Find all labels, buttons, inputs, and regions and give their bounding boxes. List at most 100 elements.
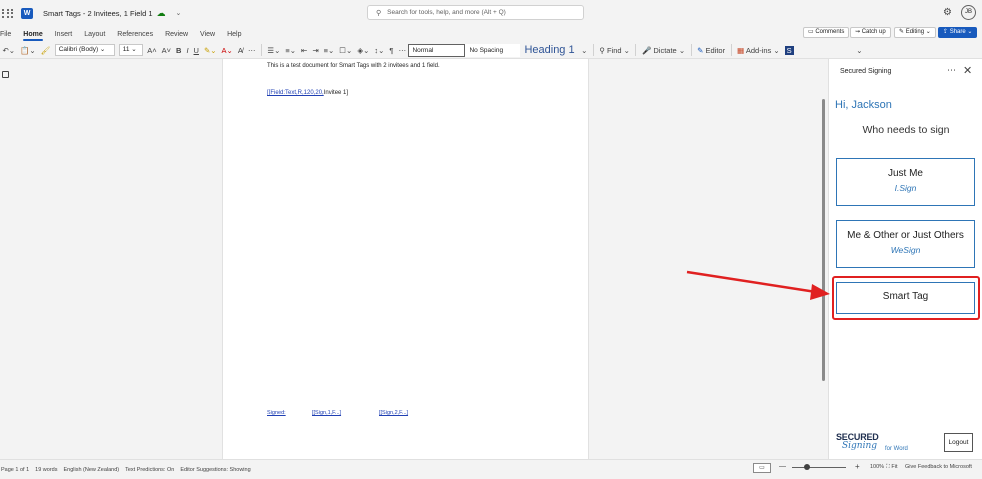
font-family-value: Calibri (Body) — [58, 46, 99, 53]
tab-insert[interactable]: Insert — [55, 31, 73, 38]
font-family-select[interactable]: Calibri (Body) ⌄ — [54, 44, 115, 56]
more-options-icon[interactable]: ⋯ — [947, 65, 956, 76]
language[interactable]: English (New Zealand) — [63, 467, 119, 473]
secured-signing-brand-mark: SECURED Signing — [836, 432, 880, 453]
navigation-pane-icon[interactable] — [2, 71, 9, 78]
panel-title: Secured Signing — [840, 68, 892, 75]
document-canvas: This is a test document for Smart Tags w… — [0, 59, 828, 459]
search-input[interactable]: ⚲ Search for tools, help, and more (Alt … — [367, 5, 584, 20]
field-invitee: Invitee 1] — [323, 90, 349, 96]
wesign-logo: WeSign — [890, 245, 921, 255]
document-text: This is a test document for Smart Tags w… — [267, 63, 440, 69]
bold-icon[interactable]: B — [176, 46, 181, 55]
tab-file[interactable]: File — [0, 31, 11, 38]
style-normal[interactable]: Normal — [408, 43, 466, 57]
share-button[interactable]: ⇪ Share ⌄ — [938, 27, 978, 38]
decrease-indent-icon[interactable]: ⇤ — [301, 46, 307, 55]
feedback-link[interactable]: Give Feedback to Microsoft — [905, 464, 972, 470]
more-paragraph-icon[interactable]: ⋯ — [398, 46, 406, 55]
document-title[interactable]: Smart Tags - 2 Invitees, 1 Field 1 — [43, 9, 153, 18]
clear-formatting-icon[interactable]: A̸ — [238, 46, 243, 55]
line-spacing-icon[interactable]: ↕⌄ — [374, 46, 384, 55]
highlight-icon[interactable]: ✎⌄ — [204, 46, 217, 55]
undo-icon[interactable]: ↶⌄ — [3, 46, 16, 55]
word-logo-icon: W — [21, 7, 33, 19]
zoom-out-icon[interactable]: — — [779, 463, 786, 470]
italic-icon[interactable]: I — [186, 46, 188, 55]
status-bar: Page 1 of 1 19 words English (New Zealan… — [0, 459, 982, 479]
catchup-button[interactable]: ⇝ Catch up — [850, 27, 891, 38]
smart-tag-field: [[Field:Text,R,120,20,Invitee 1] — [267, 90, 348, 96]
scrollbar[interactable] — [822, 99, 825, 381]
secured-signing-logo: SECURED Signing for Word — [836, 432, 908, 453]
tab-help[interactable]: Help — [227, 31, 241, 38]
zoom-in-icon[interactable]: + — [855, 462, 860, 471]
catchup-label: Catch up — [861, 29, 886, 35]
comments-label: Comments — [815, 29, 845, 35]
tab-review[interactable]: Review — [165, 31, 188, 38]
format-painter-icon[interactable]: 🖌 — [41, 46, 51, 55]
zoom-slider[interactable] — [792, 467, 846, 468]
brand-bottom: Signing — [842, 441, 878, 451]
close-icon[interactable]: ✕ — [963, 64, 972, 77]
tab-home[interactable]: Home — [23, 31, 44, 41]
fit-label: Fit — [891, 464, 898, 470]
ribbon-expand-icon[interactable]: ⌄ — [856, 46, 862, 55]
just-me-button[interactable]: Just Me I.Sign — [836, 158, 975, 206]
field-code: [[Field:Text,R,120,20, — [267, 90, 324, 96]
who-needs-to-sign-heading: Who needs to sign — [862, 124, 950, 136]
increase-indent-icon[interactable]: ⇥ — [312, 46, 318, 55]
me-and-others-button[interactable]: Me & Other or Just Others WeSign — [836, 220, 975, 268]
style-heading-1[interactable]: Heading 1 — [520, 44, 578, 56]
tab-references[interactable]: References — [117, 31, 153, 38]
text-predictions[interactable]: Text Predictions: On — [125, 467, 174, 473]
paragraph-icon[interactable]: ¶ — [389, 46, 393, 55]
signed-label: Signed: — [267, 410, 286, 416]
smart-tag-button[interactable]: Smart Tag — [836, 282, 975, 314]
search-placeholder: Search for tools, help, and more (Alt + … — [387, 9, 506, 16]
zoom-slider-thumb[interactable] — [804, 464, 810, 470]
shading-icon[interactable]: ◈⌄ — [357, 46, 369, 55]
font-size-value: 11 — [122, 46, 130, 53]
focus-mode-icon[interactable]: ▭ — [753, 463, 771, 473]
comments-button[interactable]: ▭ Comments — [803, 27, 850, 38]
styles-expand-icon[interactable]: ⌄ — [581, 46, 587, 55]
font-color-icon[interactable]: A⌄ — [222, 46, 233, 55]
title-bar: W Smart Tags - 2 Invitees, 1 Field 1 ☁ ⌄… — [0, 0, 982, 26]
chevron-down-icon[interactable]: ⌄ — [176, 9, 182, 17]
gear-icon[interactable]: ⚙ — [943, 7, 952, 18]
paste-icon[interactable]: 📋⌄ — [20, 46, 36, 55]
tab-layout[interactable]: Layout — [84, 31, 105, 38]
underline-icon[interactable]: U — [194, 46, 199, 55]
find-button[interactable]: ⚲ Find ⌄ — [599, 46, 630, 55]
logout-button[interactable]: Logout — [944, 433, 973, 452]
tab-view[interactable]: View — [200, 31, 215, 38]
avatar[interactable]: JB — [961, 5, 976, 20]
bullets-icon[interactable]: ☰⌄ — [267, 46, 280, 55]
dictate-button[interactable]: 🎤 Dictate ⌄ — [642, 46, 685, 55]
ribbon-toolbar: ↶⌄ 📋⌄ 🖌 Calibri (Body) ⌄ 11 ⌄ A˄ A˅ B I … — [0, 42, 982, 59]
font-size-select[interactable]: 11 ⌄ — [118, 44, 143, 56]
zoom-level[interactable]: 100% — [870, 464, 884, 470]
borders-icon[interactable]: ☐⌄ — [339, 46, 352, 55]
document-page[interactable]: This is a test document for Smart Tags w… — [222, 59, 589, 459]
sign-tag-2: [[Sign,2,F...] — [379, 410, 409, 416]
align-icon[interactable]: ≡⌄ — [324, 46, 335, 55]
grow-font-icon[interactable]: A˄ — [147, 46, 156, 55]
editor-suggestions[interactable]: Editor Suggestions: Showing — [180, 467, 250, 473]
fit-button[interactable]: ⛶ Fit — [886, 464, 898, 471]
divider — [690, 44, 692, 56]
page-count[interactable]: Page 1 of 1 — [1, 467, 29, 473]
editor-button[interactable]: ✎ Editor — [697, 46, 725, 55]
editor-label: Editor — [705, 45, 726, 55]
greeting: Hi, Jackson — [835, 99, 892, 111]
app-launcher-icon[interactable] — [1, 6, 15, 20]
secured-signing-addin-icon[interactable]: S — [784, 45, 794, 55]
editing-mode-button[interactable]: ✎ Editing ⌄ — [894, 27, 936, 38]
word-count[interactable]: 19 words — [35, 467, 57, 473]
shrink-font-icon[interactable]: A˅ — [162, 46, 171, 55]
more-icon[interactable]: ⋯ — [248, 46, 256, 55]
addins-button[interactable]: ▦ Add-ins ⌄ — [737, 46, 780, 55]
style-no-spacing[interactable]: No Spacing — [465, 43, 521, 57]
numbering-icon[interactable]: ≡⌄ — [285, 46, 296, 55]
